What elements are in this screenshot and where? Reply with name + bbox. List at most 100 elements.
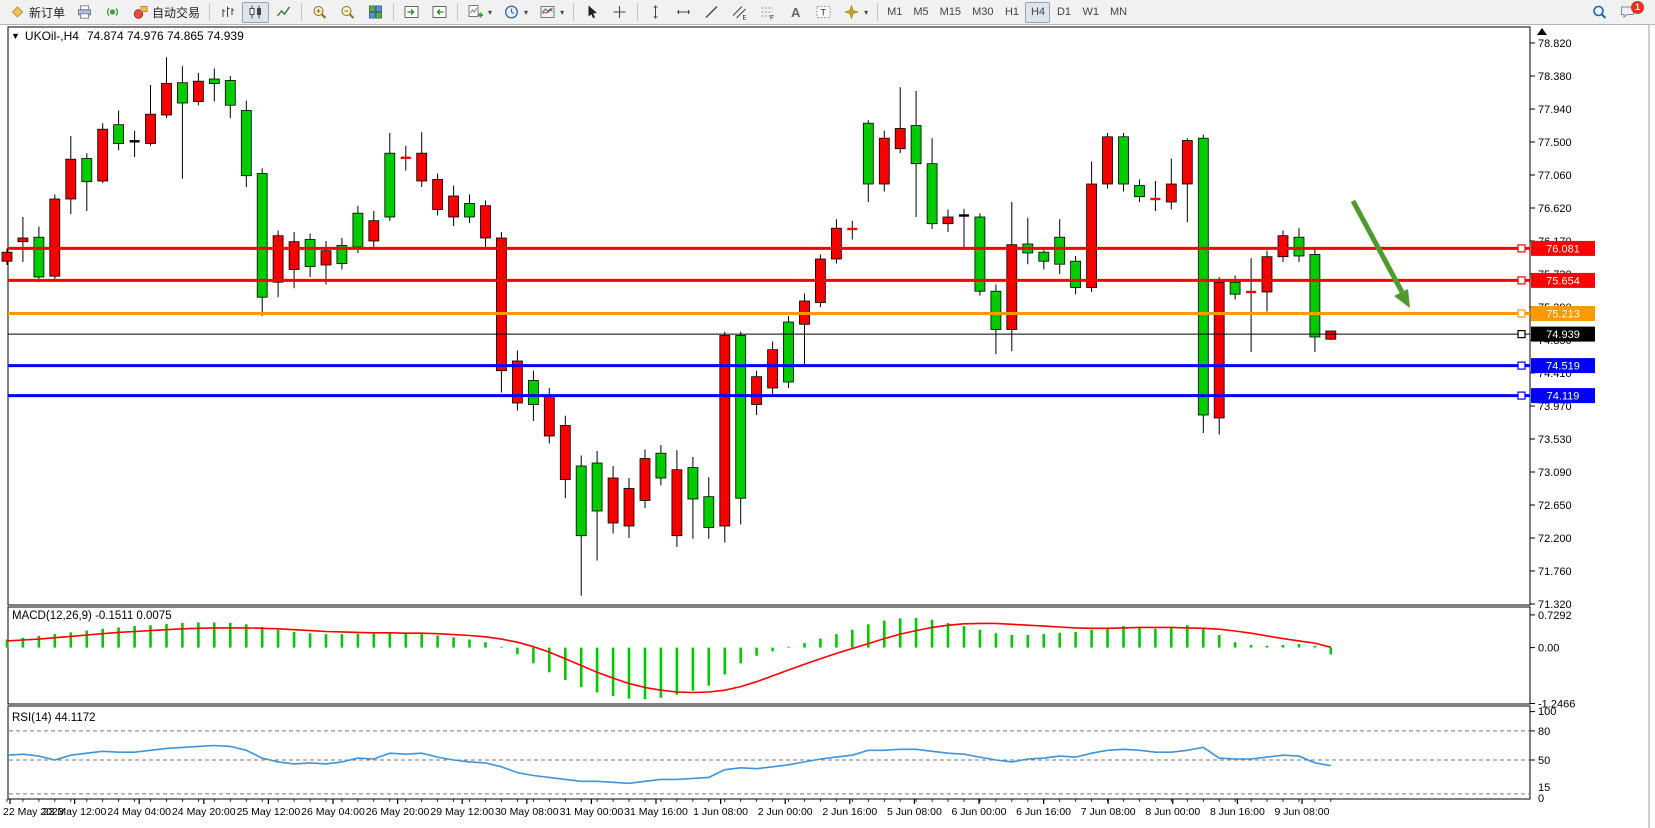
chart-window[interactable]: ▼ UKOil-,H4 74.874 74.976 74.865 74.939 MA… xyxy=(0,25,1655,828)
svg-text:71.760: 71.760 xyxy=(1538,566,1572,578)
print-icon xyxy=(76,4,93,20)
symbol-ohlc: 74.874 74.976 74.865 74.939 xyxy=(87,29,244,43)
timeframe-h1[interactable]: H1 xyxy=(999,2,1024,23)
candles-layer xyxy=(2,57,1336,596)
svg-text:72.650: 72.650 xyxy=(1538,500,1572,512)
svg-text:0: 0 xyxy=(1538,793,1544,805)
timeframe-d1[interactable]: D1 xyxy=(1051,2,1076,23)
shapes-button[interactable]: ▾ xyxy=(838,2,873,23)
panel-left-icon xyxy=(431,4,448,20)
shapes-icon xyxy=(843,4,860,20)
autotrade-icon xyxy=(132,4,149,20)
price-axis: 78.82078.38077.94077.50077.06076.62076.1… xyxy=(1530,38,1572,611)
svg-text:30 May 08:00: 30 May 08:00 xyxy=(495,806,559,818)
cursor-button[interactable] xyxy=(578,2,605,23)
chart-shift-button[interactable] xyxy=(426,2,453,23)
timeframe-mn[interactable]: MN xyxy=(1105,2,1132,23)
svg-text:73.530: 73.530 xyxy=(1538,434,1572,446)
toolbar-separator xyxy=(637,3,638,21)
svg-text:100: 100 xyxy=(1538,706,1556,718)
auto-trading-button[interactable]: 自动交易 xyxy=(127,2,205,23)
indicators-icon xyxy=(539,4,556,20)
svg-text:80: 80 xyxy=(1538,726,1550,738)
notifications-button[interactable]: 1 xyxy=(1614,2,1641,23)
svg-text:74.519: 74.519 xyxy=(1546,361,1580,373)
trendline-button[interactable] xyxy=(698,2,725,23)
toolbar-timeframes-group: M1M5M15M30H1H4D1W1MN xyxy=(882,2,1132,23)
timeframe-m15[interactable]: M15 xyxy=(935,2,966,23)
toolbar-separator xyxy=(573,3,574,21)
zoom-out-button[interactable] xyxy=(334,2,361,23)
timeframe-m1[interactable]: M1 xyxy=(882,2,907,23)
symbol-dropdown-icon[interactable]: ▼ xyxy=(11,31,20,41)
shift-marker-icon xyxy=(1537,28,1547,35)
channel-button[interactable]: E xyxy=(726,2,753,23)
timeframe-h4[interactable]: H4 xyxy=(1025,2,1050,23)
toolbar-main-group: 新订单自动交易▾▾▾EFAT▾ xyxy=(4,2,881,23)
crosshair-button[interactable] xyxy=(606,2,633,23)
toolbar-separator xyxy=(457,3,458,21)
tile-windows-button[interactable] xyxy=(362,2,389,23)
zoom-in-icon xyxy=(311,4,328,20)
symbol-label: ▼ UKOil-,H4 74.874 74.976 74.865 74.939 xyxy=(11,29,244,43)
svg-text:6 Jun 16:00: 6 Jun 16:00 xyxy=(1016,806,1071,818)
svg-text:76.620: 76.620 xyxy=(1538,203,1572,215)
text-button[interactable]: A xyxy=(782,2,809,23)
svg-text:2 Jun 16:00: 2 Jun 16:00 xyxy=(822,806,877,818)
channel-icon: E xyxy=(731,4,748,20)
template-button[interactable]: ▾ xyxy=(534,2,569,23)
toolbar: 新订单自动交易▾▾▾EFAT▾ M1M5M15M30H1H4D1W1MN 1 xyxy=(0,0,1655,25)
toolbar-separator xyxy=(877,3,878,21)
trendline-icon xyxy=(703,4,720,20)
svg-text:23 May 12:00: 23 May 12:00 xyxy=(43,806,107,818)
cursor-icon xyxy=(583,4,600,20)
signal-icon xyxy=(104,4,121,20)
fibonacci-button[interactable]: F xyxy=(754,2,781,23)
print-button[interactable] xyxy=(71,2,98,23)
timeframe-m5[interactable]: M5 xyxy=(908,2,933,23)
zoom-in-button[interactable] xyxy=(306,2,333,23)
periods-button[interactable]: ▾ xyxy=(498,2,533,23)
label-button[interactable]: T xyxy=(810,2,837,23)
svg-text:74.119: 74.119 xyxy=(1547,391,1580,403)
chart-autoscroll-button[interactable] xyxy=(398,2,425,23)
svg-text:0.00: 0.00 xyxy=(1538,643,1559,655)
svg-text:72.200: 72.200 xyxy=(1538,533,1572,545)
svg-text:0.7292: 0.7292 xyxy=(1538,610,1572,622)
new-chart-button[interactable]: ▾ xyxy=(462,2,497,23)
vline-button[interactable] xyxy=(642,2,669,23)
search-icon xyxy=(1591,4,1608,20)
symbol-name: UKOil-,H4 xyxy=(25,29,79,43)
svg-text:26 May 20:00: 26 May 20:00 xyxy=(366,806,430,818)
svg-text:A: A xyxy=(791,5,801,20)
signal-button[interactable] xyxy=(99,2,126,23)
search-button[interactable] xyxy=(1586,2,1613,23)
dropdown-caret-icon: ▾ xyxy=(488,8,492,17)
bar-chart-button[interactable] xyxy=(214,2,241,23)
trend-arrow[interactable] xyxy=(1353,201,1410,308)
tile-icon xyxy=(367,4,384,20)
hline-button[interactable] xyxy=(670,2,697,23)
line-chart-button[interactable] xyxy=(270,2,297,23)
svg-text:24 May 20:00: 24 May 20:00 xyxy=(172,806,236,818)
timeframe-w1[interactable]: W1 xyxy=(1077,2,1104,23)
svg-text:78.380: 78.380 xyxy=(1538,71,1572,83)
label-icon: T xyxy=(815,4,832,20)
fibonacci-icon: F xyxy=(759,4,776,20)
candle-icon xyxy=(247,4,264,20)
hline-icon xyxy=(675,4,692,20)
chart-canvas[interactable]: 78.82078.38077.94077.50077.06076.62076.1… xyxy=(0,25,1655,828)
svg-text:26 May 04:00: 26 May 04:00 xyxy=(301,806,365,818)
rsi-panel: 1008050150 xyxy=(7,706,1556,805)
svg-text:75.654: 75.654 xyxy=(1546,275,1580,287)
svg-text:E: E xyxy=(743,16,747,21)
zoom-out-icon xyxy=(339,4,356,20)
dropdown-caret-icon: ▾ xyxy=(864,8,868,17)
svg-text:50: 50 xyxy=(1538,755,1550,767)
timeframe-m30[interactable]: M30 xyxy=(967,2,998,23)
macd-signal-line xyxy=(7,623,1331,692)
svg-text:25 May 12:00: 25 May 12:00 xyxy=(237,806,301,818)
new-order-button[interactable]: 新订单 xyxy=(4,2,70,23)
macd-label: MACD(12,26,9) -0.1511 0.0075 xyxy=(12,610,172,622)
candlestick-button[interactable] xyxy=(242,2,269,23)
